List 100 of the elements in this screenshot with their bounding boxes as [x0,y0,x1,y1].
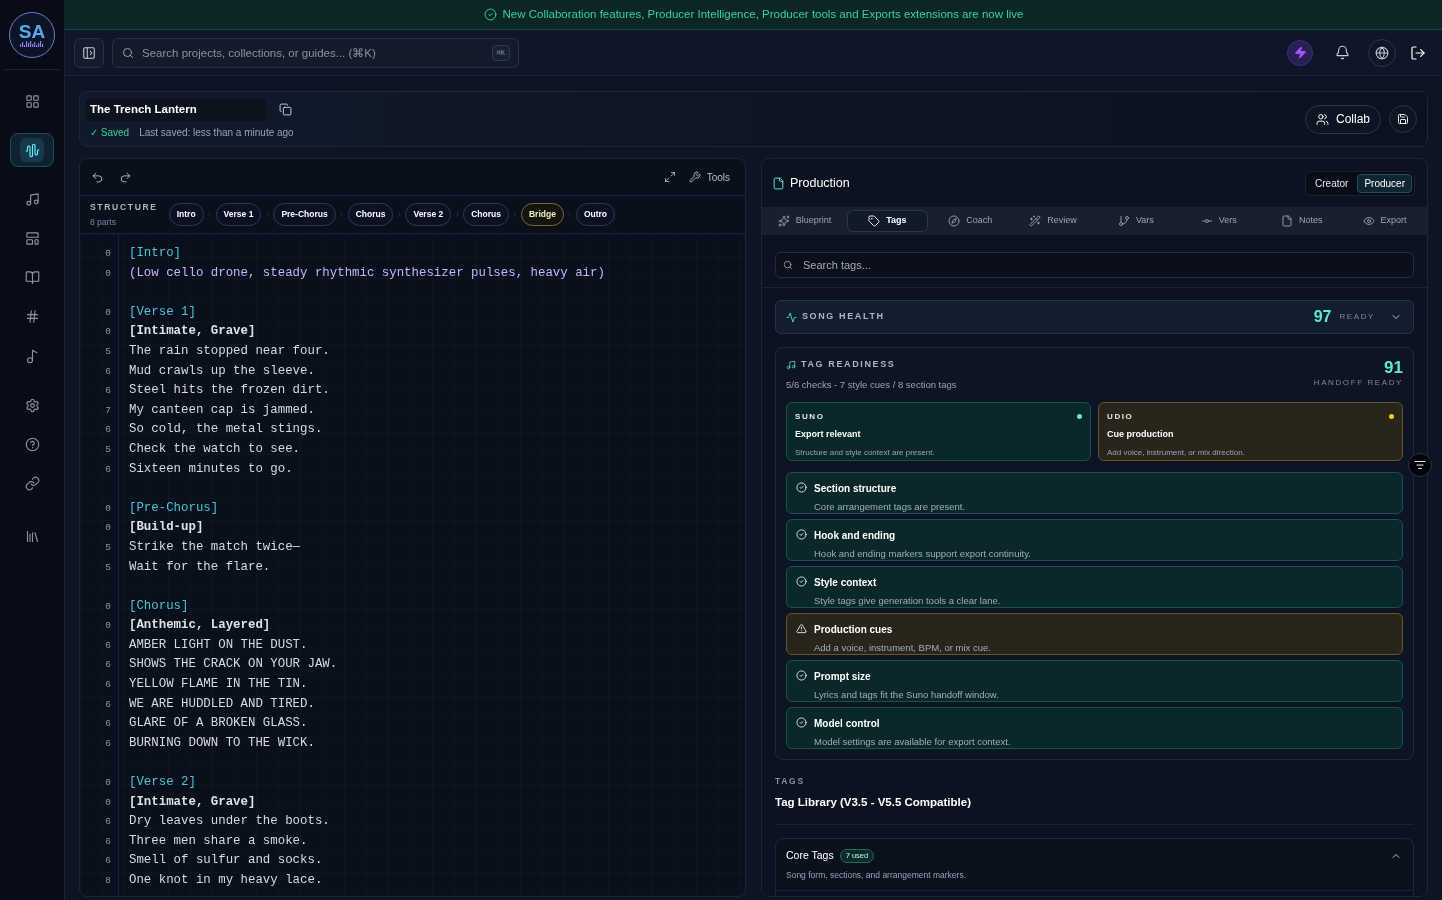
search-icon [122,46,134,59]
lyric-line: One knot in my heavy lace. [129,872,323,889]
section-chip[interactable]: Chorus [347,203,394,226]
chevron-right-icon [395,211,403,218]
mode-option[interactable]: Producer [1357,173,1412,193]
style-tag: [Intimate, Grave] [129,322,256,342]
check-title: Production cues [814,622,894,637]
waveform-icon [20,138,44,162]
users-icon [1315,112,1329,126]
section-tag: [Chorus] [129,596,189,617]
logo-text: SA [18,22,46,41]
panel-tab[interactable]: Blueprint [764,210,845,232]
lyric-line: Three men share a smoke. [129,832,308,850]
undo-icon [90,170,104,184]
syllable-count: 5 [105,540,111,555]
syllable-count: 0 [105,776,111,791]
settings-icon [24,397,40,413]
sidebar-toggle-button[interactable] [74,37,104,68]
lyric-line: So cold, the metal stings. [129,421,323,439]
save-button[interactable] [1389,105,1417,133]
model-name: SUNO [795,410,825,423]
hash-icon [24,308,40,324]
branch-icon [1118,215,1130,227]
last-saved-text: Last saved: less than a minute ago [139,125,294,140]
parts-count: 8 parts [90,215,117,229]
mode-option[interactable]: Creator [1308,173,1356,193]
music-note-icon [24,348,40,364]
file-icon [772,176,785,190]
warning-icon [796,622,807,634]
section-chip[interactable]: Pre-Chorus [273,203,336,226]
panel-tab[interactable]: Review [1012,210,1094,232]
section-chip[interactable]: Chorus [463,203,509,226]
lyric-line: Wait for the flare. [129,558,271,576]
tag-library-title: Tag Library (V3.5 - V5.5 Compatible) [775,794,972,810]
section-chip[interactable]: Verse 2 [405,203,452,226]
section-chip[interactable]: Verse 1 [215,203,262,226]
section-chip[interactable]: Bridge [520,203,564,226]
check-circle-icon [796,575,807,587]
check-description: Model settings are available for export context. [814,734,1011,749]
syllable-count: 6 [105,423,111,438]
copy-icon [278,103,292,116]
syllable-count: 6 [105,736,111,751]
model-name: UDIO [1107,410,1134,423]
syllable-count: 6 [105,697,111,712]
tags-label: TAGS [775,774,806,788]
syllable-count: 8 [105,874,111,888]
syllable-count: 7 [105,403,111,418]
redo-button[interactable] [118,170,132,184]
panel-tab[interactable]: Vers [1178,210,1260,232]
filter-icon [1414,459,1426,471]
check-circle-icon [796,669,807,681]
title-field[interactable]: The Trench Lantern [86,98,266,121]
help-icon [24,436,40,452]
lyric-line: Mud crawls up the sleeve. [129,362,315,380]
check-title: Section structure [814,481,898,496]
panel-tab[interactable]: Tags [846,210,928,232]
tag-search-field[interactable]: Search tags... [775,252,1414,278]
lyric-line: WE ARE HUDDLED AND TIRED. [129,695,315,713]
syllable-count: 6 [105,717,111,732]
check-title: Hook and ending [814,528,897,543]
wrench-icon [688,171,701,183]
syllable-count: 0 [105,619,111,634]
section-chip[interactable]: Outro [575,203,616,226]
collab-button[interactable]: Collab [1304,104,1381,134]
section-chip[interactable]: Intro [168,203,204,226]
direction-text: (Low cello drone, steady rhythmic synthesizer pulses, heavy air) [129,264,605,282]
syllable-count: 6 [105,815,111,830]
lightning-button[interactable] [1287,39,1313,66]
tag-icon [868,215,881,227]
save-status: ✓ Saved [90,125,130,140]
equalizer-icon [20,41,44,47]
undo-button[interactable] [90,170,104,184]
app-logo[interactable]: SA [9,11,55,58]
sidebar-item[interactable] [10,133,54,167]
lyric-line: Check the watch to see. [129,440,301,458]
lyric-line: Sixteen minutes to go. [129,460,293,478]
model-status-description: Add voice, instrument, or mix direction. [1107,447,1246,460]
tools-button[interactable]: Tools [688,169,730,185]
syllable-count: 0 [105,795,111,810]
check-circle-icon [796,716,807,728]
chevron-right-icon [338,211,346,218]
model-status-title: Cue production [1107,427,1175,441]
panel-tab[interactable]: Export [1344,210,1425,232]
check-title: Style context [814,575,878,590]
category-description: Song form, sections, and arrangement markers. [786,868,967,882]
section-tag: [Verse 2] [129,773,196,793]
panel-tab[interactable]: Coach [929,210,1011,232]
syllable-count: 6 [105,364,111,379]
chevron-right-icon [263,211,271,218]
expand-button[interactable] [662,170,677,184]
panel-tab[interactable]: Vars [1095,210,1177,232]
category-name: Core Tags [786,847,834,863]
panel-tab[interactable]: Notes [1261,210,1343,232]
syllable-count: 6 [105,384,111,399]
section-tag: [Pre-Chorus] [129,498,219,519]
book-icon [24,269,40,285]
copy-button[interactable] [278,102,292,117]
song-health-label: SONG HEALTH [802,310,885,324]
panel-title: Production [790,174,850,192]
check-description: Core arrangement tags are present. [814,499,966,514]
